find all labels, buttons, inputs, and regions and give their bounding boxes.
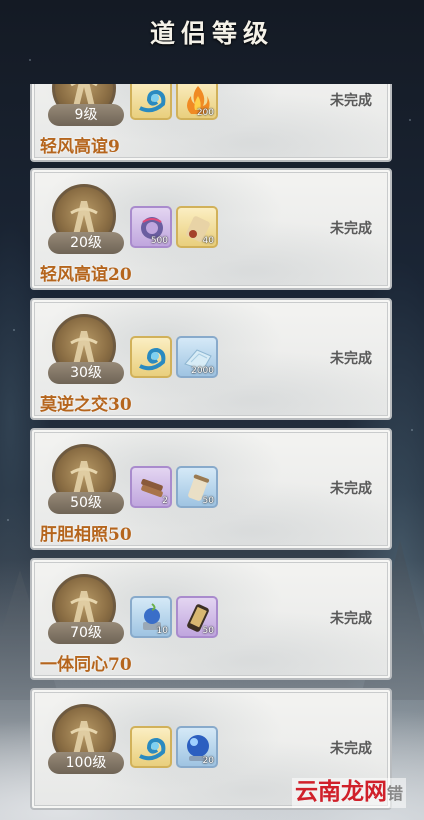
blue-vortex-icon[interactable] [130,726,172,768]
milestone-name: 一体同心70 [40,655,132,675]
milestone-name: 轻风高谊9 [40,137,120,157]
reward-qty: 200 [196,108,214,118]
page-title: 道侣等级 [149,19,274,48]
milestone-name: 轻风高谊20 [40,265,132,285]
reward-qty: 40 [202,236,214,246]
watermark-text: 云南龙网 [295,779,387,805]
level-card-9[interactable]: 9级 轻风高谊9 200 未完成 [30,84,392,162]
status-text: 未完成 [330,351,372,367]
reward-qty: 20 [202,756,214,766]
level-label: 30级 [48,362,124,384]
level-label: 20级 [48,232,124,254]
level-label: 100级 [48,752,124,774]
level-label: 9级 [48,104,124,126]
level-list[interactable]: 9级 轻风高谊9 200 未完成 20级 轻风高谊20 500 40 未完成 3… [30,84,392,820]
watermark-extra: 错 [387,784,404,803]
reward-qty: 500 [150,236,168,246]
blue-orb-icon[interactable]: 20 [176,726,218,768]
level-card-50[interactable]: 50级 肝胆相照50 2 50 未完成 [30,428,392,550]
level-card-20[interactable]: 20级 轻风高谊20 500 40 未完成 [30,168,392,290]
blue-vortex-icon[interactable] [130,336,172,378]
reward-qty: 2 [162,496,168,506]
reward-qty: 50 [202,496,214,506]
level-label: 70级 [48,622,124,644]
crystal-shards-icon[interactable]: 2000 [176,336,218,378]
milestone-name: 莫逆之交30 [40,395,132,415]
status-text: 未完成 [330,221,372,237]
milestone-name: 肝胆相照50 [40,525,132,545]
status-text: 未完成 [330,481,372,497]
wood-bundle-icon[interactable]: 2 [130,466,172,508]
reward-qty: 2000 [191,366,214,376]
flame-item-icon[interactable]: 200 [176,84,218,120]
status-text: 未完成 [330,611,372,627]
status-text: 未完成 [330,741,372,757]
level-card-30[interactable]: 30级 莫逆之交30 2000 未完成 [30,298,392,420]
scroll-icon[interactable]: 50 [176,466,218,508]
dark-scroll-icon[interactable]: 50 [176,596,218,638]
blue-vortex-icon[interactable] [130,84,172,120]
reward-qty: 50 [202,626,214,636]
reward-qty: 10 [156,626,168,636]
level-card-70[interactable]: 70级 一体同心70 10 50 未完成 [30,558,392,680]
watermark-logo: 云南龙网错 [292,778,407,808]
scroll-icon[interactable]: 40 [176,206,218,248]
purple-ring-icon[interactable]: 500 [130,206,172,248]
spirit-pot-icon[interactable]: 10 [130,596,172,638]
status-text: 未完成 [330,93,372,109]
level-label: 50级 [48,492,124,514]
